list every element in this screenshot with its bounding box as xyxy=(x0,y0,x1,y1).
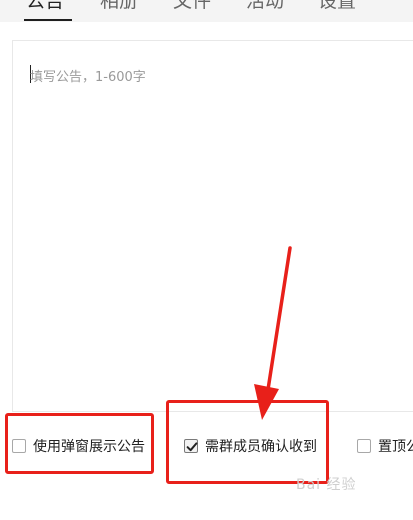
annotation-arrow-icon xyxy=(254,246,292,420)
watermark: Bai 经验 xyxy=(296,477,357,493)
announcement-page: 公告 相册 文件 活动 设置 填写公告，1-600字 使用弹窗展示公告 需群成员… xyxy=(0,0,413,520)
